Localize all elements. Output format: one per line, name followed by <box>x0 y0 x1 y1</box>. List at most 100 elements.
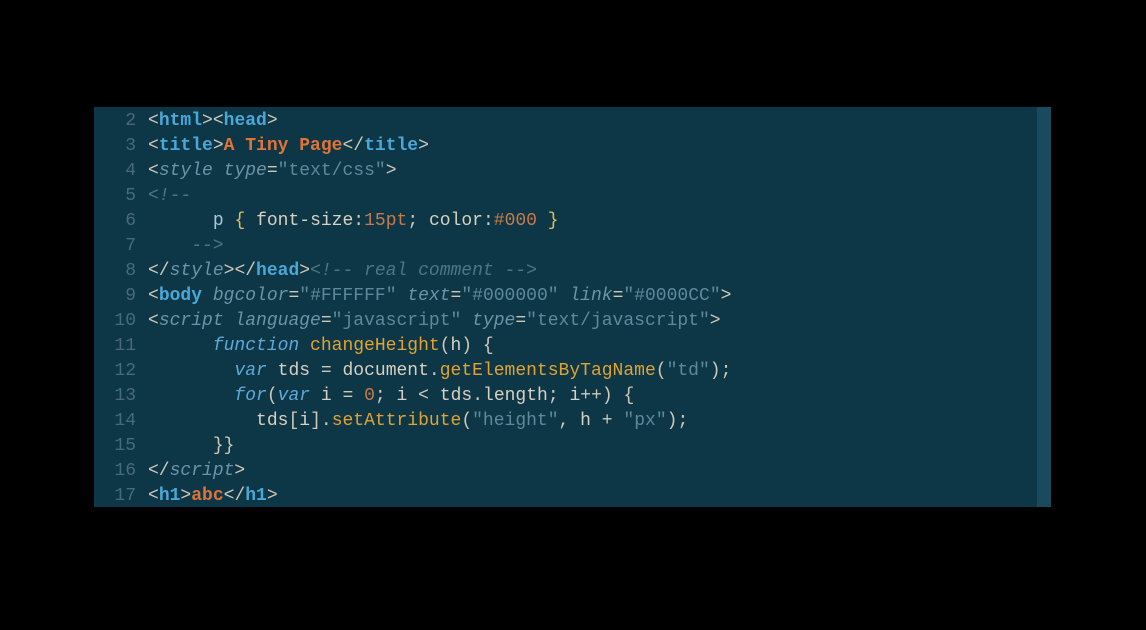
code-token <box>461 311 472 331</box>
code-line[interactable]: tds[i].setAttribute("height", h + "px"); <box>148 409 1051 434</box>
code-line[interactable]: for(var i = 0; i < tds.length; i++) { <box>148 384 1051 409</box>
line-number: 2 <box>94 109 136 134</box>
line-number: 14 <box>94 409 136 434</box>
code-token: { <box>483 336 494 356</box>
code-token: = <box>321 361 332 381</box>
code-token: ( <box>461 411 472 431</box>
code-token <box>397 286 408 306</box>
code-token: < <box>418 386 429 406</box>
code-token: tds <box>278 361 310 381</box>
code-token: , <box>559 411 570 431</box>
code-token: tds <box>440 386 472 406</box>
code-token: "javascript" <box>332 311 462 331</box>
code-token: h <box>450 336 461 356</box>
code-token <box>429 386 440 406</box>
code-token: > <box>224 261 235 281</box>
code-line[interactable]: <html><head> <box>148 109 1051 134</box>
code-token: = <box>321 311 332 331</box>
code-token: = <box>342 386 353 406</box>
code-token: > <box>721 286 732 306</box>
code-token: bgcolor <box>213 286 289 306</box>
code-token: ( <box>656 361 667 381</box>
line-number: 5 <box>94 184 136 209</box>
line-number: 17 <box>94 484 136 507</box>
code-token: font-size <box>256 211 353 231</box>
vertical-scrollbar[interactable] <box>1037 107 1051 507</box>
code-token: #000 <box>494 211 537 231</box>
code-token: ; <box>375 386 386 406</box>
code-line[interactable]: <style type="text/css"> <box>148 159 1051 184</box>
code-token <box>559 386 570 406</box>
code-token: ; <box>721 361 732 381</box>
code-token: script <box>159 311 224 331</box>
code-token <box>537 211 548 231</box>
code-token: ] <box>310 411 321 431</box>
code-token: : <box>353 211 364 231</box>
code-line[interactable]: function changeHeight(h) { <box>148 334 1051 359</box>
code-token: ; <box>407 211 418 231</box>
code-token: "text/javascript" <box>526 311 710 331</box>
code-line[interactable]: var tds = document.getElementsByTagName(… <box>148 359 1051 384</box>
code-line[interactable]: <!-- <box>148 184 1051 209</box>
code-token <box>148 336 213 356</box>
code-token <box>472 336 483 356</box>
code-token: "#FFFFFF" <box>299 286 396 306</box>
code-token: < <box>148 161 159 181</box>
line-number: 11 <box>94 334 136 359</box>
code-token: <!-- <box>148 186 191 206</box>
code-token: . <box>472 386 483 406</box>
code-token: h1 <box>245 486 267 506</box>
code-token: = <box>451 286 462 306</box>
code-token: link <box>569 286 612 306</box>
code-token <box>224 311 235 331</box>
code-token: > <box>180 486 191 506</box>
code-token: style <box>170 261 224 281</box>
code-token: > <box>418 136 429 156</box>
code-line[interactable]: <title>A Tiny Page</title> <box>148 134 1051 159</box>
line-number: 12 <box>94 359 136 384</box>
code-line[interactable]: </script> <box>148 459 1051 484</box>
code-token: . <box>429 361 440 381</box>
code-token: color <box>429 211 483 231</box>
code-token: document <box>342 361 428 381</box>
line-number: 6 <box>94 209 136 234</box>
code-editor[interactable]: 234567891011121314151617 <html><head><ti… <box>94 107 1051 507</box>
code-token: A Tiny Page <box>224 136 343 156</box>
code-line[interactable]: <script language="javascript" type="text… <box>148 309 1051 334</box>
code-content[interactable]: <html><head><title>A Tiny Page</title><s… <box>144 107 1051 507</box>
code-line[interactable]: <body bgcolor="#FFFFFF" text="#000000" l… <box>148 284 1051 309</box>
code-line[interactable]: </style></head><!-- real comment --> <box>148 259 1051 284</box>
code-token: tds <box>256 411 288 431</box>
code-token <box>299 336 310 356</box>
code-token: script <box>170 461 235 481</box>
code-token: "px" <box>623 411 666 431</box>
code-token <box>224 211 235 231</box>
code-line[interactable]: --> <box>148 234 1051 259</box>
code-token: ) <box>667 411 678 431</box>
code-token: < <box>213 111 224 131</box>
code-token: h <box>580 411 591 431</box>
code-token: < <box>148 286 159 306</box>
code-line[interactable]: <h1>abc</h1> <box>148 484 1051 507</box>
code-token: function <box>213 336 299 356</box>
code-token: } <box>548 211 559 231</box>
line-number: 9 <box>94 284 136 309</box>
code-token <box>386 386 397 406</box>
code-token: --> <box>148 236 224 256</box>
code-token <box>353 386 364 406</box>
code-token: i <box>397 386 408 406</box>
code-token: = <box>613 286 624 306</box>
code-line[interactable]: }} <box>148 434 1051 459</box>
code-token: > <box>267 486 278 506</box>
code-token <box>310 361 321 381</box>
code-token <box>559 286 570 306</box>
code-token <box>148 411 256 431</box>
code-token: > <box>267 111 278 131</box>
code-line[interactable]: p { font-size:15pt; color:#000 } <box>148 209 1051 234</box>
line-number-gutter: 234567891011121314151617 <box>94 107 144 507</box>
code-token: html <box>159 111 202 131</box>
code-token: <!-- real comment --> <box>310 261 537 281</box>
code-token: "#000000" <box>461 286 558 306</box>
code-token: > <box>234 461 245 481</box>
code-token <box>213 161 224 181</box>
